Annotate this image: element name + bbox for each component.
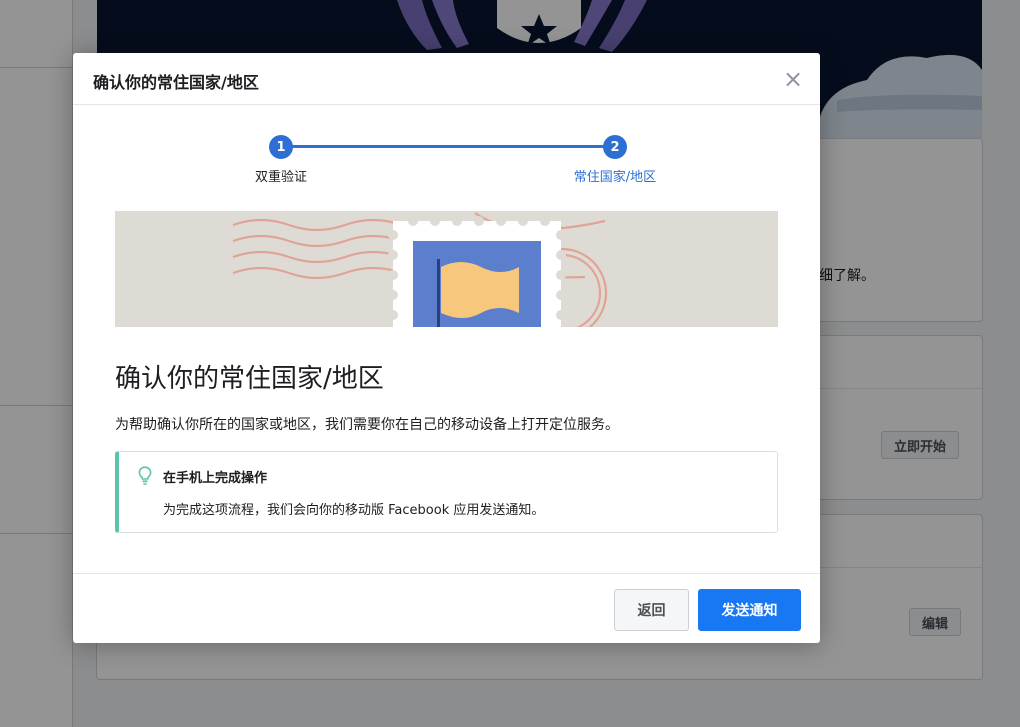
confirm-residence-dialog: 确认你的常住国家/地区 × 1 2 双重验证 常住国家/地区 确认你的常住国家/… xyxy=(73,53,820,643)
dialog-header: 确认你的常住国家/地区 × xyxy=(73,53,820,105)
close-icon: × xyxy=(782,65,804,93)
content-heading: 确认你的常住国家/地区 xyxy=(115,364,384,394)
step-2-label: 常住国家/地区 xyxy=(573,170,657,185)
content-description: 为帮助确认你所在的国家或地区，我们需要你在自己的移动设备上打开定位服务。 xyxy=(115,417,619,433)
postage-stamp-illustration xyxy=(115,211,778,327)
dialog-title: 确认你的常住国家/地区 xyxy=(93,73,259,92)
step-connector xyxy=(281,145,615,148)
back-button[interactable]: 返回 xyxy=(614,589,689,631)
tip-title: 在手机上完成操作 xyxy=(163,471,268,486)
close-button[interactable]: × xyxy=(780,66,806,92)
step-2-indicator: 2 xyxy=(603,135,627,159)
progress-stepper: 1 2 双重验证 常住国家/地区 xyxy=(73,133,820,193)
dialog-footer: 返回 发送通知 xyxy=(73,573,820,643)
send-notification-button[interactable]: 发送通知 xyxy=(698,589,801,631)
tip-text: 为完成这项流程，我们会向你的移动版 Facebook 应用发送通知。 xyxy=(163,503,545,518)
lightbulb-icon xyxy=(138,466,152,485)
step-1-label: 双重验证 xyxy=(254,170,308,185)
tip-callout: 在手机上完成操作 为完成这项流程，我们会向你的移动版 Facebook 应用发送… xyxy=(115,451,778,533)
step-1-indicator: 1 xyxy=(269,135,293,159)
